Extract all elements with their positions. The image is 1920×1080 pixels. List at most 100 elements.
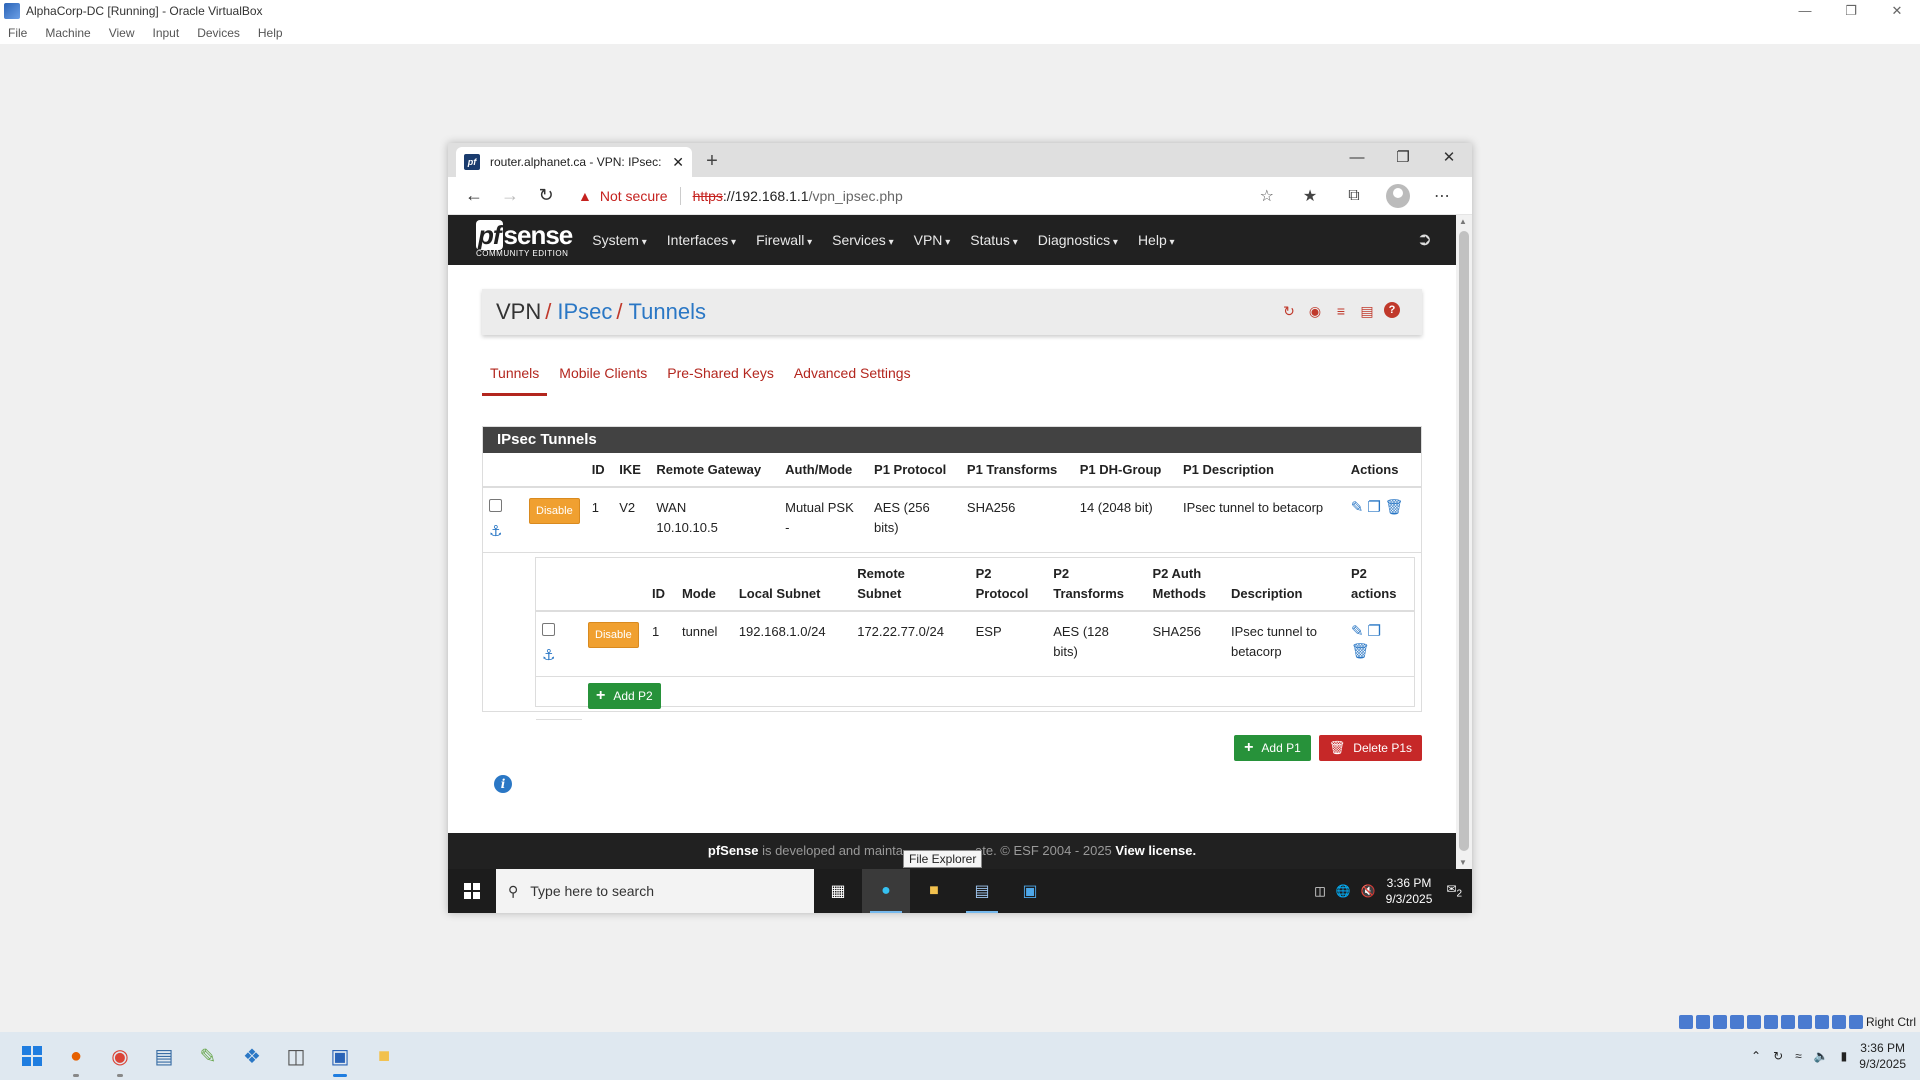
optical-drive-icon[interactable]	[1695, 1015, 1710, 1029]
forward-button[interactable]: →	[492, 181, 528, 211]
menu-file[interactable]: File	[8, 26, 27, 40]
favorite-star-icon[interactable]: ☆	[1260, 186, 1274, 206]
guest-search-box[interactable]: ⚲ Type here to search	[496, 869, 814, 913]
guest-start-button[interactable]	[448, 869, 496, 913]
breadcrumb-tunnels[interactable]: Tunnels	[629, 299, 706, 325]
hard-disk-icon[interactable]	[1678, 1015, 1693, 1029]
collections-icon[interactable]: ⧉	[1332, 187, 1376, 205]
mouse-integration-icon[interactable]	[1831, 1015, 1846, 1029]
menu-machine[interactable]: Machine	[45, 26, 90, 40]
copy-p2-icon[interactable]: ❐	[1368, 623, 1381, 640]
nav-services[interactable]: Services	[832, 232, 894, 248]
chrome-icon[interactable]: ◉	[98, 1032, 142, 1080]
browser-tab[interactable]: pf router.alphanet.ca - VPN: IPsec: T ✕	[456, 147, 692, 177]
volume-muted-icon[interactable]: 🔇	[1361, 884, 1376, 898]
edit-p2-icon[interactable]: ✎	[1351, 623, 1364, 640]
network-icon[interactable]	[1729, 1015, 1744, 1029]
notifications-icon[interactable]: ✉2	[1446, 882, 1462, 899]
add-p2-button[interactable]: + Add P2	[588, 683, 661, 709]
back-button[interactable]: ←	[456, 181, 492, 211]
logout-icon[interactable]: ➲	[1417, 229, 1432, 250]
virtualbox-app-icon[interactable]: ▣	[318, 1032, 362, 1080]
restore-button[interactable]: ❐	[1828, 0, 1874, 22]
copy-p1-icon[interactable]: ❐	[1367, 499, 1380, 516]
log-icon[interactable]: ▤	[1358, 302, 1376, 320]
info-icon[interactable]: i	[494, 775, 512, 793]
tab-advanced-settings[interactable]: Advanced Settings	[786, 365, 919, 396]
menu-devices[interactable]: Devices	[197, 26, 240, 40]
p2-disable-button[interactable]: Disable	[588, 622, 639, 648]
wifi-icon[interactable]: ≈	[1795, 1049, 1802, 1063]
p1-disable-button[interactable]: Disable	[529, 498, 580, 524]
view-license-link[interactable]: View license.	[1115, 843, 1196, 858]
keyboard-icon[interactable]	[1848, 1015, 1863, 1029]
browser-minimize-button[interactable]: —	[1334, 143, 1380, 173]
speaker-icon[interactable]: 🔈	[1814, 1049, 1829, 1063]
sql-server-icon[interactable]: ◫	[274, 1032, 318, 1080]
firefox-icon[interactable]: ●	[54, 1032, 98, 1080]
browser-restore-button[interactable]: ❐	[1380, 143, 1426, 173]
remote-desktop-icon[interactable]: ▤	[142, 1032, 186, 1080]
not-secure-label[interactable]: Not secure	[600, 188, 668, 204]
menu-help[interactable]: Help	[258, 26, 283, 40]
network-device-icon[interactable]: ◫	[1314, 884, 1325, 898]
task-view-icon[interactable]: ▦	[814, 869, 862, 913]
minimize-button[interactable]: —	[1782, 0, 1828, 22]
breadcrumb-ipsec[interactable]: IPsec	[557, 299, 612, 325]
nav-firewall[interactable]: Firewall	[756, 232, 812, 248]
tab-pre-shared-keys[interactable]: Pre-Shared Keys	[659, 365, 782, 396]
nav-vpn[interactable]: VPN	[914, 232, 951, 248]
menu-input[interactable]: Input	[153, 26, 180, 40]
tab-tunnels[interactable]: Tunnels	[482, 365, 548, 396]
show-hidden-icons-chevron-icon[interactable]: ⌃	[1751, 1049, 1761, 1063]
delete-p1s-button[interactable]: 🗑 Delete P1s	[1318, 735, 1422, 761]
shared-folders-icon[interactable]	[1763, 1015, 1778, 1029]
audio-icon[interactable]	[1712, 1015, 1727, 1029]
visual-studio-code-icon[interactable]: ❖	[230, 1032, 274, 1080]
app-window-icon[interactable]: ▣	[1006, 869, 1054, 913]
recording-icon[interactable]	[1797, 1015, 1812, 1029]
tab-mobile-clients[interactable]: Mobile Clients	[551, 365, 655, 396]
notepad-icon[interactable]: ✎	[186, 1032, 230, 1080]
nav-status[interactable]: Status	[970, 232, 1018, 248]
usb-icon[interactable]	[1746, 1015, 1761, 1029]
display-icon[interactable]	[1780, 1015, 1795, 1029]
nav-diagnostics[interactable]: Diagnostics	[1038, 232, 1118, 248]
pfsense-logo[interactable]: pf sense COMMUNITY EDITION	[476, 219, 573, 258]
url-field[interactable]: ▲ Not secure https://192.168.1.1/vpn_ips…	[568, 181, 1288, 211]
nav-interfaces[interactable]: Interfaces	[667, 232, 736, 248]
guest-clock[interactable]: 3:36 PM 9/3/2025	[1386, 875, 1433, 907]
file-explorer-icon[interactable]: ■	[910, 869, 958, 913]
stop-service-icon[interactable]: ◉	[1306, 302, 1324, 320]
delete-p1-icon[interactable]: 🗑	[1385, 499, 1404, 516]
restart-service-icon[interactable]: ↻	[1280, 302, 1298, 320]
nav-system[interactable]: System	[592, 232, 647, 248]
close-button[interactable]: ✕	[1874, 0, 1920, 22]
favorites-icon[interactable]: ★	[1288, 186, 1332, 206]
status-icon[interactable]: ≡	[1332, 302, 1350, 320]
server-manager-icon[interactable]: ▤	[958, 869, 1006, 913]
p2-anchor-icon[interactable]: ⚓	[542, 646, 576, 666]
browser-close-button[interactable]: ✕	[1426, 143, 1472, 173]
host-start-button[interactable]	[10, 1032, 54, 1080]
profile-avatar[interactable]	[1386, 183, 1410, 208]
menu-view[interactable]: View	[109, 26, 135, 40]
refresh-button[interactable]: ↻	[528, 181, 564, 211]
help-icon[interactable]: ?	[1384, 302, 1400, 318]
battery-icon[interactable]: ▮	[1841, 1049, 1848, 1063]
anchor-icon[interactable]: ⚓	[489, 522, 517, 542]
p2-select-checkbox[interactable]	[542, 623, 555, 636]
host-file-explorer-icon[interactable]: ■	[362, 1032, 406, 1080]
page-scrollbar[interactable]: ▲ ▼	[1456, 215, 1472, 869]
globe-icon[interactable]: 🌐	[1336, 884, 1351, 898]
cpu-icon[interactable]	[1814, 1015, 1829, 1029]
delete-p2-icon[interactable]: 🗑	[1351, 643, 1370, 660]
more-options-icon[interactable]: ⋯	[1420, 186, 1464, 206]
nav-help[interactable]: Help	[1138, 232, 1175, 248]
p1-select-checkbox[interactable]	[489, 499, 502, 512]
sync-icon[interactable]: ↻	[1773, 1049, 1783, 1063]
new-tab-button[interactable]: +	[698, 147, 726, 177]
host-clock[interactable]: 3:36 PM 9/3/2025	[1859, 1040, 1906, 1072]
tab-close-icon[interactable]: ✕	[672, 154, 684, 171]
edit-p1-icon[interactable]: ✎	[1351, 499, 1364, 516]
